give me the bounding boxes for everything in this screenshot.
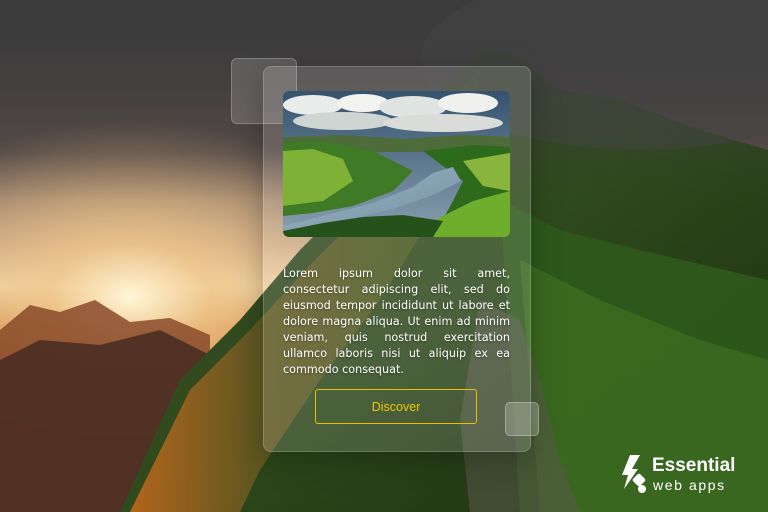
brand-subtitle: web apps (653, 477, 726, 493)
card-landscape-image (283, 91, 510, 237)
card-body-text: Lorem ipsum dolor sit amet, consectetur … (283, 267, 510, 376)
essential-web-apps-logo-icon (622, 455, 646, 493)
brand-logo: Essential web apps (616, 453, 756, 499)
decorative-glass-square-small (505, 402, 539, 436)
discover-button[interactable]: Discover (315, 389, 477, 424)
brand-title: Essential (652, 455, 736, 476)
